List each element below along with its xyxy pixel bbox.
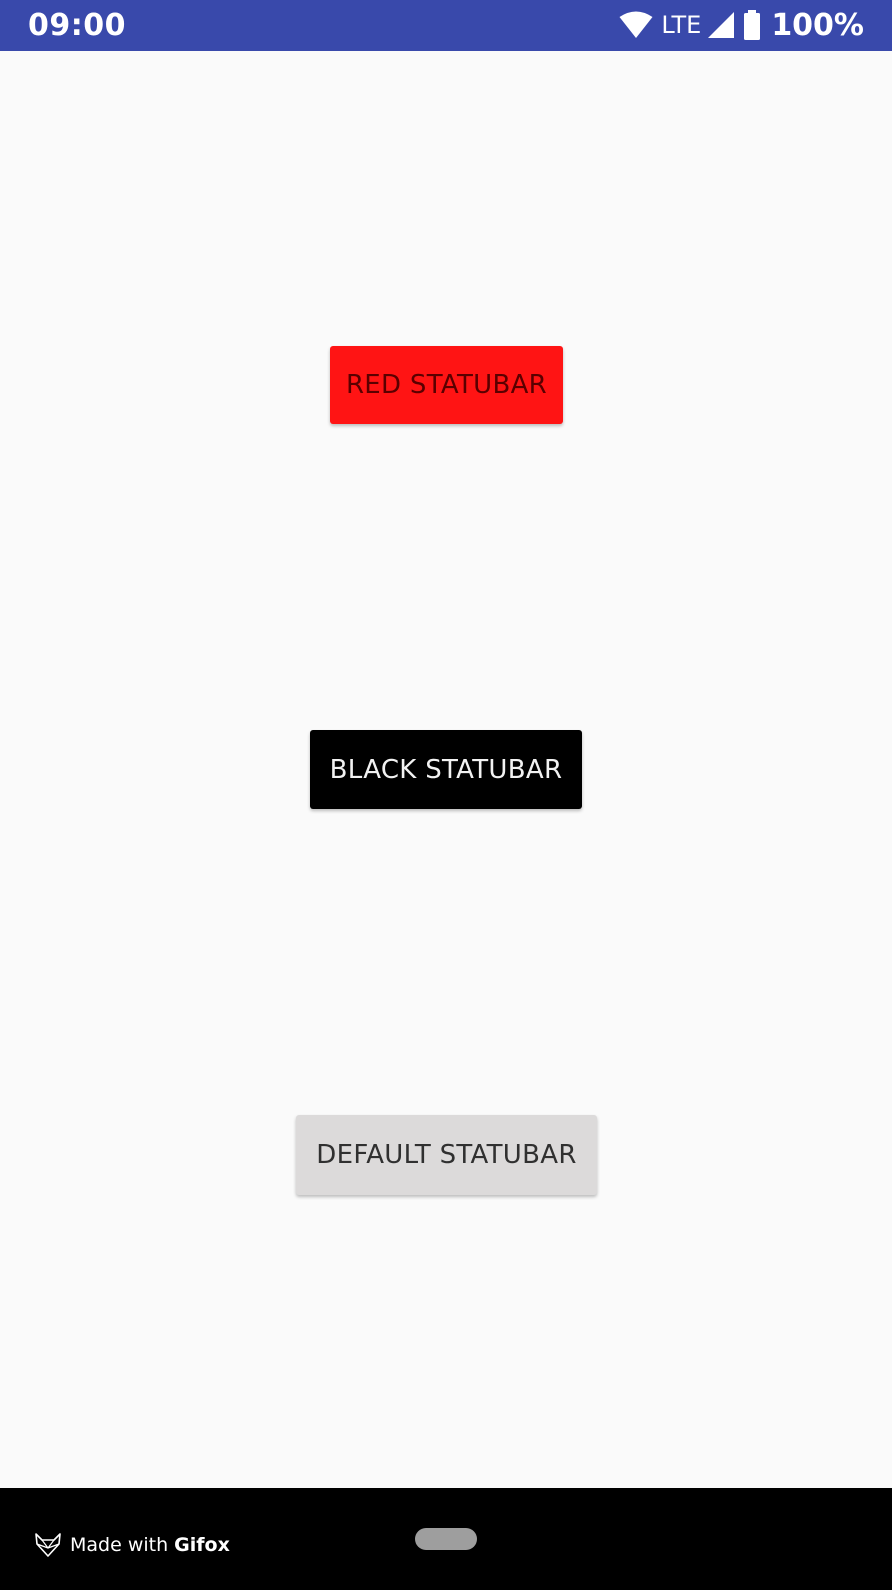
navigation-bar: Made with Gifox	[0, 1488, 892, 1590]
red-statusbar-button[interactable]: RED STATUBAR	[330, 346, 563, 424]
battery-percentage: 100%	[771, 7, 864, 43]
network-type-label: LTE	[661, 11, 702, 39]
status-time: 09:00	[28, 8, 126, 43]
watermark-made-with: Made with	[70, 1534, 169, 1556]
wifi-icon	[619, 11, 653, 39]
default-statusbar-button[interactable]: DEFAULT STATUBAR	[296, 1115, 597, 1195]
status-bar: 09:00 LTE 100%	[0, 0, 892, 51]
fox-logo-icon	[34, 1532, 62, 1558]
battery-icon	[743, 10, 761, 40]
gifox-watermark: Made with Gifox	[34, 1532, 230, 1558]
main-content: RED STATUBAR BLACK STATUBAR DEFAULT STAT…	[0, 51, 892, 1488]
black-statusbar-button[interactable]: BLACK STATUBAR	[310, 730, 582, 809]
status-indicators: LTE 100%	[619, 7, 864, 43]
cellular-signal-icon	[707, 11, 735, 39]
watermark-brand: Gifox	[174, 1534, 230, 1556]
home-pill-icon[interactable]	[415, 1528, 477, 1550]
